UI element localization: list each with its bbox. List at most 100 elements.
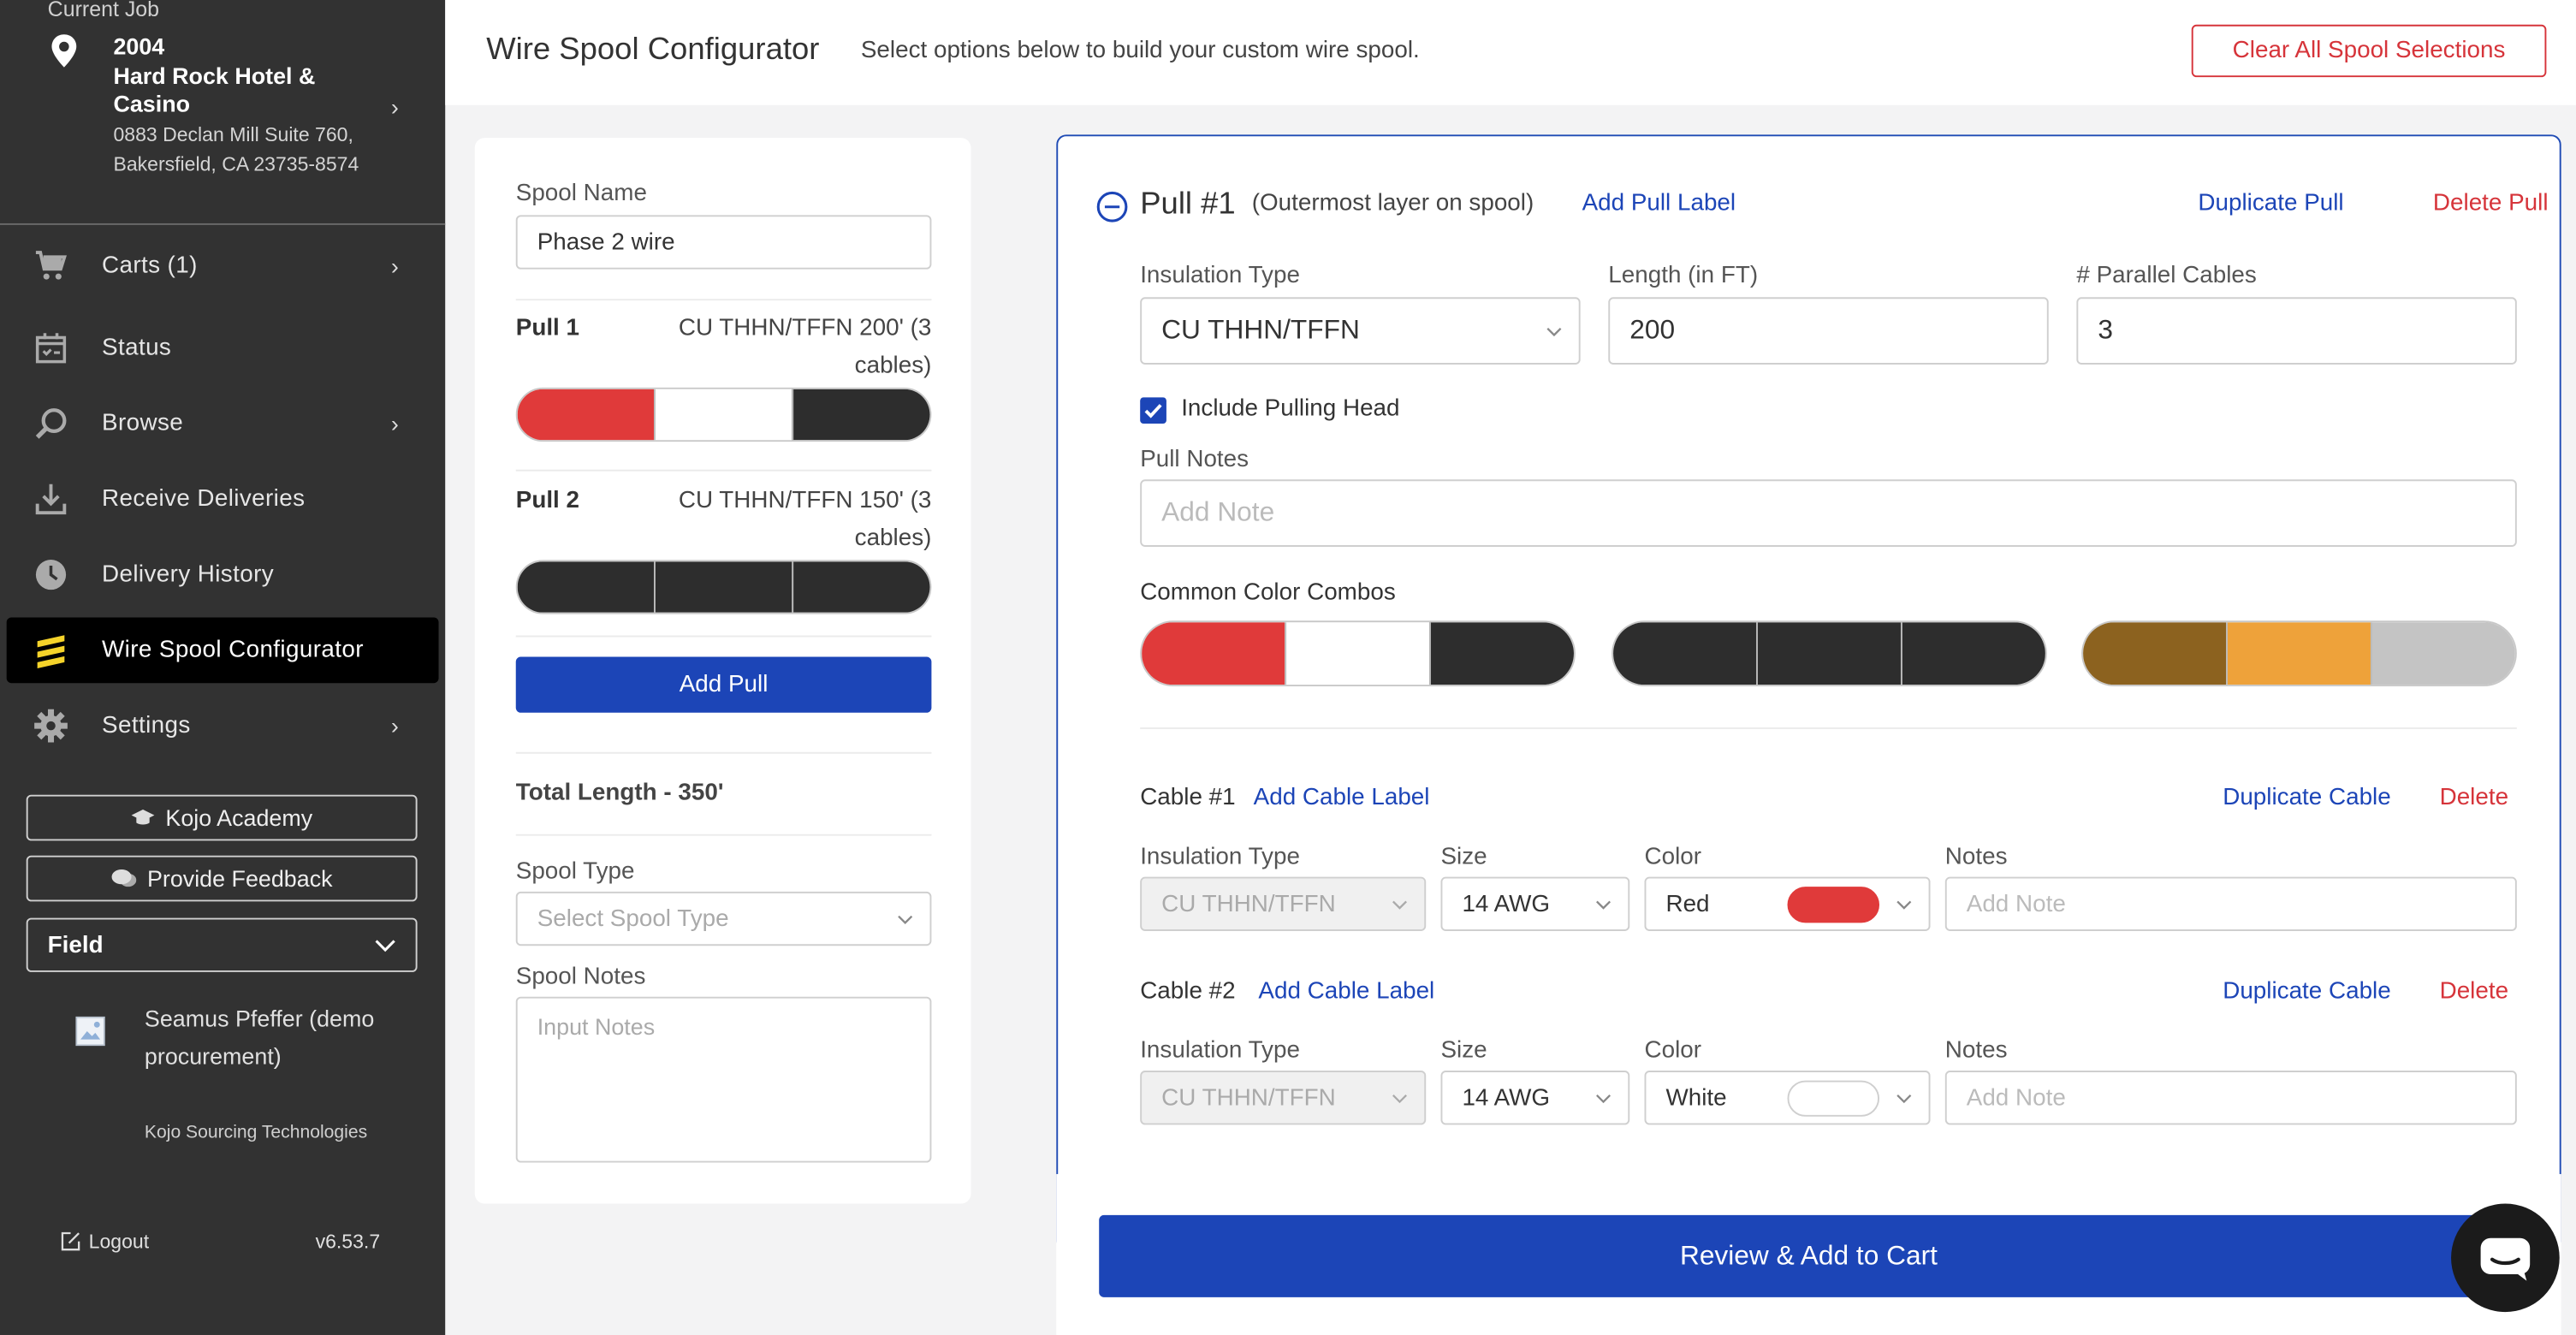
length-input[interactable]: 200 bbox=[1608, 297, 2049, 365]
page-subtitle: Select options below to build your custo… bbox=[860, 38, 1420, 64]
summary-pull-1-description: CU THHN/TFFN 200' (3 cables) bbox=[678, 315, 932, 380]
spool-name-label: Spool Name bbox=[515, 181, 647, 207]
color-segment bbox=[2083, 622, 2227, 685]
divider bbox=[515, 751, 932, 754]
current-job-caption: Current Job bbox=[47, 0, 160, 21]
cable-1-add-label-link[interactable]: Add Cable Label bbox=[1254, 785, 1430, 811]
delete-pull-link[interactable]: Delete Pull bbox=[2433, 191, 2549, 217]
job-name: Hard Rock Hotel & Casino bbox=[113, 62, 316, 117]
cable-1-size-label: Size bbox=[1440, 844, 1487, 870]
cable-2-insulation-label: Insulation Type bbox=[1140, 1037, 1300, 1065]
nav-wire-spool-configurator[interactable]: Wire Spool Configurator bbox=[6, 617, 439, 684]
review-add-to-cart-button[interactable]: Review & Add to Cart bbox=[1099, 1214, 2519, 1297]
spool-type-placeholder: Select Spool Type bbox=[537, 905, 729, 932]
color-segment bbox=[517, 561, 655, 613]
pull-notes-input[interactable]: Add Note bbox=[1140, 479, 2517, 547]
edit-icon bbox=[61, 1231, 80, 1251]
kojo-academy-button[interactable]: Kojo Academy bbox=[26, 794, 418, 841]
cable-1-delete-link[interactable]: Delete bbox=[2440, 785, 2508, 811]
color-segment bbox=[2370, 622, 2515, 685]
clear-all-selections-button[interactable]: Clear All Spool Selections bbox=[2191, 24, 2547, 78]
avatar[interactable] bbox=[75, 1016, 105, 1047]
collapse-icon[interactable] bbox=[1095, 191, 1128, 223]
cable-1-notes-label: Notes bbox=[1944, 844, 2008, 870]
color-segment bbox=[1900, 622, 2045, 685]
color-segment bbox=[1756, 622, 1901, 685]
nav-delivery-history[interactable]: Delivery History bbox=[7, 542, 439, 608]
chevron-down-icon bbox=[1596, 899, 1611, 909]
cable-2-color-select[interactable]: White bbox=[1644, 1071, 1931, 1125]
page-title: Wire Spool Configurator bbox=[486, 33, 820, 68]
cable-1-size-select[interactable]: 14 AWG bbox=[1440, 876, 1630, 931]
role-select-value: Field bbox=[47, 931, 104, 958]
cable-2-insulation-value: CU THHN/TFFN bbox=[1161, 1084, 1336, 1112]
add-pull-label-link[interactable]: Add Pull Label bbox=[1582, 191, 1736, 217]
nav-label: Browse bbox=[102, 410, 184, 437]
cable-2-notes-input[interactable]: Add Note bbox=[1944, 1071, 2517, 1125]
spool-icon bbox=[37, 635, 65, 668]
cable-2-delete-link[interactable]: Delete bbox=[2440, 979, 2508, 1006]
spool-notes-textarea[interactable]: Input Notes bbox=[515, 996, 932, 1163]
common-color-combos-label: Common Color Combos bbox=[1140, 579, 1396, 607]
graduation-cap-icon bbox=[131, 809, 154, 825]
cable-2-size-select[interactable]: 14 AWG bbox=[1440, 1071, 1630, 1125]
spool-name-input[interactable]: Phase 2 wire bbox=[515, 215, 932, 270]
cable-2-title: Cable #2 bbox=[1140, 978, 1236, 1006]
cable-1-title: Cable #1 bbox=[1140, 785, 1236, 811]
color-segment bbox=[1285, 622, 1430, 685]
chat-bubbles-icon bbox=[110, 869, 136, 887]
color-combo-brown-orange-gray[interactable] bbox=[2081, 620, 2517, 687]
cable-1-color-select[interactable]: Red bbox=[1644, 876, 1931, 931]
cable-2-size-value: 14 AWG bbox=[1462, 1084, 1551, 1112]
chevron-down-icon bbox=[375, 940, 395, 952]
nav-carts[interactable]: Carts (1) › bbox=[7, 233, 439, 299]
download-icon bbox=[35, 484, 67, 515]
insulation-type-value: CU THHN/TFFN bbox=[1161, 315, 1360, 345]
chevron-down-icon bbox=[898, 914, 913, 924]
cable-2-color-label: Color bbox=[1644, 1037, 1702, 1065]
insulation-type-label: Insulation Type bbox=[1140, 263, 1300, 289]
pulling-head-checkbox[interactable] bbox=[1140, 397, 1166, 424]
logout-label: Logout bbox=[88, 1230, 150, 1254]
logout-link[interactable]: Logout bbox=[61, 1230, 149, 1253]
insulation-type-select[interactable]: CU THHN/TFFN bbox=[1140, 297, 1581, 365]
color-segment bbox=[2226, 622, 2371, 685]
sidebar: Current Job 2004 Hard Rock Hotel & Casin… bbox=[0, 0, 446, 1335]
summary-pull-2-color-bar[interactable] bbox=[515, 560, 932, 614]
provide-feedback-button[interactable]: Provide Feedback bbox=[26, 855, 418, 902]
app-version: v6.53.7 bbox=[315, 1230, 381, 1254]
summary-pull-2-description: CU THHN/TFFN 150' (3 cables) bbox=[678, 487, 932, 552]
chevron-down-icon bbox=[1392, 1094, 1407, 1103]
divider bbox=[515, 635, 932, 638]
color-combo-red-white-black[interactable] bbox=[1140, 620, 1576, 687]
total-length: Total Length - 350' bbox=[515, 780, 724, 807]
cable-1-notes-input[interactable]: Add Note bbox=[1944, 876, 2517, 931]
cable-2-add-label-link[interactable]: Add Cable Label bbox=[1258, 979, 1434, 1006]
nav-settings[interactable]: Settings › bbox=[7, 693, 439, 759]
parallel-cables-input[interactable]: 3 bbox=[2076, 297, 2517, 365]
cart-icon bbox=[35, 251, 67, 280]
role-select[interactable]: Field bbox=[26, 917, 418, 972]
chat-launcher-button[interactable] bbox=[2451, 1203, 2560, 1313]
cable-1-insulation-select: CU THHN/TFFN bbox=[1140, 876, 1427, 931]
pulling-head-label[interactable]: Include Pulling Head bbox=[1181, 395, 1399, 422]
duplicate-pull-link[interactable]: Duplicate Pull bbox=[2198, 191, 2343, 217]
divider bbox=[1140, 727, 2517, 729]
nav-receive-deliveries[interactable]: Receive Deliveries bbox=[7, 466, 439, 532]
parallel-cables-label: # Parallel Cables bbox=[2076, 263, 2257, 289]
chevron-down-icon bbox=[1392, 899, 1407, 909]
cable-2-duplicate-link[interactable]: Duplicate Cable bbox=[2223, 979, 2391, 1006]
color-combo-black-black-black[interactable] bbox=[1611, 620, 2047, 687]
add-pull-button[interactable]: Add Pull bbox=[515, 656, 932, 713]
color-segment bbox=[1429, 622, 1574, 685]
summary-pull-1-color-bar[interactable] bbox=[515, 387, 932, 442]
spool-type-select[interactable]: Select Spool Type bbox=[515, 891, 932, 946]
cable-1-duplicate-link[interactable]: Duplicate Cable bbox=[2223, 785, 2391, 811]
nav-label: Receive Deliveries bbox=[102, 485, 306, 513]
nav-browse[interactable]: Browse › bbox=[7, 391, 439, 457]
cable-2-size-label: Size bbox=[1440, 1037, 1487, 1065]
color-swatch bbox=[1787, 887, 1880, 923]
nav-label: Wire Spool Configurator bbox=[102, 637, 364, 664]
current-job-panel[interactable]: Current Job 2004 Hard Rock Hotel & Casin… bbox=[0, 0, 446, 225]
nav-status[interactable]: Status bbox=[7, 315, 439, 381]
